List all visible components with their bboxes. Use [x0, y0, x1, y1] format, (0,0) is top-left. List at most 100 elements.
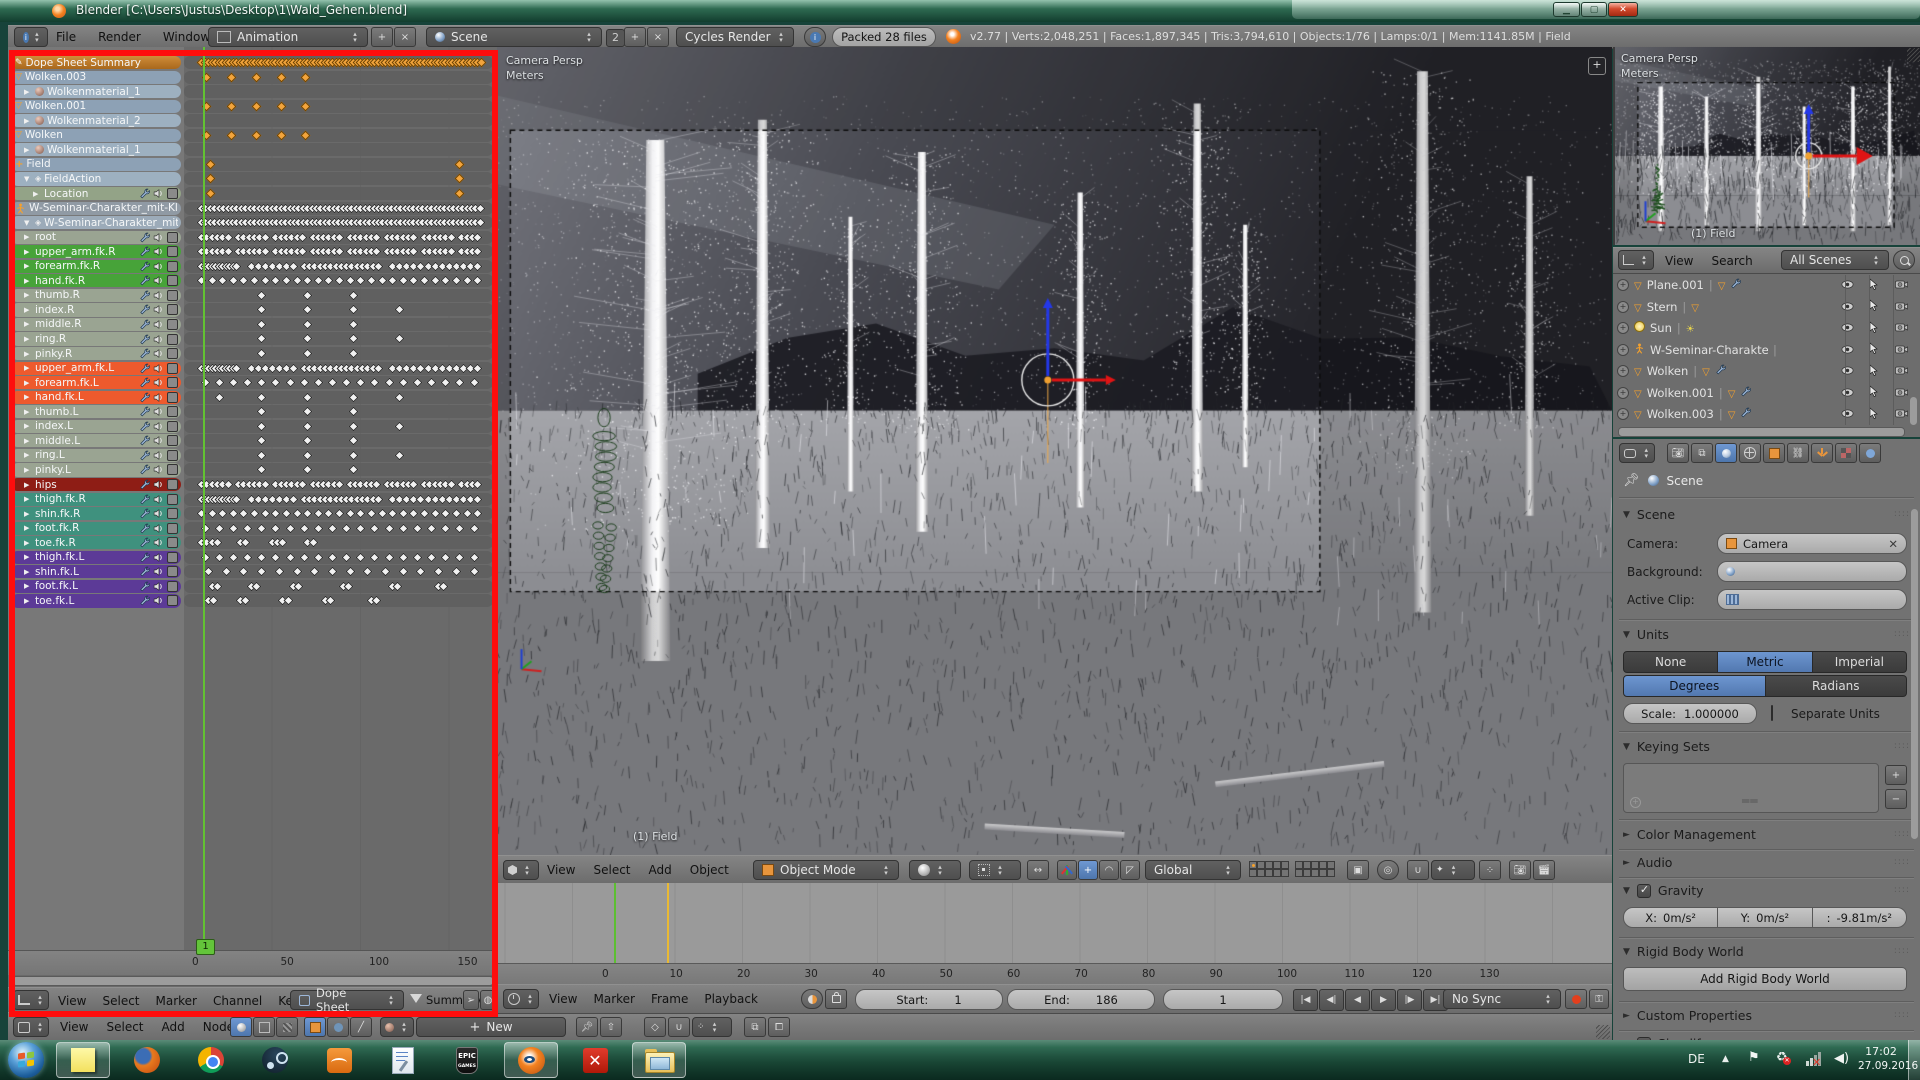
keying-sets-list[interactable]: + ══: [1623, 763, 1879, 813]
unit-radians[interactable]: Radians: [1766, 675, 1908, 697]
jump-start-button[interactable]: |◀: [1293, 989, 1318, 1011]
expand-icon[interactable]: +: [1617, 365, 1629, 377]
active-clip-field[interactable]: [1717, 589, 1907, 610]
viewport-3d[interactable]: Camera Persp Meters (1) Field + ▴▾ ViewS…: [497, 47, 1612, 883]
manipulator-scale-icon[interactable]: ◸: [1120, 860, 1140, 880]
renderable-camera-icon[interactable]: [1895, 407, 1908, 421]
unit-rotation-segmented[interactable]: Degrees Radians: [1623, 675, 1907, 697]
taskbar-blender[interactable]: [504, 1042, 558, 1078]
show-desktop-button[interactable]: [1908, 1040, 1920, 1080]
renderable-camera-icon[interactable]: [1895, 278, 1908, 292]
menu-render[interactable]: Render: [98, 30, 141, 44]
magnet-icon[interactable]: ∪: [668, 1017, 690, 1037]
snap-magnet-icon[interactable]: ∪: [1407, 860, 1429, 880]
window-titlebar[interactable]: Blender [C:\Users\Justus\Desktop\1\Wald_…: [0, 0, 1920, 22]
menu-search[interactable]: Search: [1711, 254, 1752, 268]
tray-action-center-icon[interactable]: ⚑: [1748, 1050, 1760, 1065]
editor-type-timeline-icon[interactable]: ▴▾: [503, 989, 539, 1009]
resize-corner[interactable]: [1596, 1025, 1610, 1039]
menu-add[interactable]: Add: [162, 1020, 185, 1034]
orientation-select[interactable]: Global▴▾: [1145, 860, 1241, 880]
next-keyframe-button[interactable]: |▶: [1397, 989, 1422, 1011]
menu-select[interactable]: Select: [593, 863, 630, 877]
visibility-eye-icon[interactable]: [1841, 300, 1854, 314]
keying-set-icon[interactable]: ⚿︎: [1589, 989, 1609, 1009]
timeline-editor[interactable]: 0102030405060708090100110120130 ▴▾ ViewM…: [497, 883, 1612, 1012]
renderable-camera-icon[interactable]: [1895, 364, 1908, 378]
pivot-align-icon[interactable]: ↔: [1027, 860, 1049, 880]
add-keying-set-button[interactable]: +: [1885, 765, 1907, 785]
maximize-button[interactable]: ▢: [1581, 2, 1607, 17]
snap-target-icon[interactable]: ⁘: [1479, 860, 1501, 880]
selectable-cursor-icon[interactable]: [1869, 385, 1879, 400]
timeline-track[interactable]: [497, 883, 1612, 963]
outliner-item-stern[interactable]: + ▽ Stern | ▽: [1617, 297, 1916, 317]
expand-icon[interactable]: +: [1617, 387, 1629, 399]
tab-render[interactable]: 📷︎: [1667, 443, 1689, 463]
scene-user-count[interactable]: 2: [606, 29, 625, 47]
taskbar-explorer[interactable]: [632, 1042, 686, 1078]
outliner-vscrollbar[interactable]: [1910, 397, 1917, 425]
add-rigid-body-world-button[interactable]: Add Rigid Body World: [1623, 967, 1907, 991]
manipulator-axes-icon[interactable]: [1057, 860, 1077, 880]
expand-icon[interactable]: +: [1617, 301, 1629, 313]
menu-view[interactable]: View: [547, 863, 575, 877]
taskbar-chrome[interactable]: [184, 1042, 238, 1078]
unit-scale-field[interactable]: Scale:1.000000: [1623, 703, 1757, 724]
renderable-camera-icon[interactable]: [1895, 343, 1908, 357]
panel-color-management-header[interactable]: ►Color Management: [1623, 827, 1756, 842]
tab-object[interactable]: [1763, 443, 1785, 463]
editor-type-node-icon[interactable]: ▴▾: [13, 1017, 49, 1037]
tray-clock[interactable]: 17:0227.09.2016: [1858, 1044, 1904, 1074]
tab-particles[interactable]: [1859, 443, 1881, 463]
visibility-eye-icon[interactable]: [1841, 321, 1854, 335]
renderable-camera-icon[interactable]: [1895, 386, 1908, 400]
taskbar-x-app[interactable]: ✕: [568, 1042, 622, 1078]
menu-frame[interactable]: Frame: [651, 992, 688, 1006]
menu-marker[interactable]: Marker: [593, 992, 634, 1006]
expand-icon[interactable]: +: [1617, 322, 1629, 334]
pivot-select[interactable]: ▴▾: [969, 860, 1021, 880]
unit-system-segmented[interactable]: None Metric Imperial: [1623, 651, 1907, 673]
prev-keyframe-button[interactable]: ◀|: [1319, 989, 1344, 1011]
mode-select[interactable]: Object Mode▴▾: [753, 860, 899, 880]
search-icon[interactable]: [1893, 250, 1915, 270]
selectable-cursor-icon[interactable]: [1869, 278, 1879, 293]
sync-select[interactable]: No Sync▴▾: [1443, 989, 1561, 1009]
minimize-button[interactable]: ▁: [1553, 2, 1580, 17]
material-browse-icon[interactable]: ▴▾: [380, 1017, 414, 1037]
end-frame-field[interactable]: End:186: [1007, 989, 1155, 1010]
layers-widget-left[interactable]: [1249, 861, 1289, 877]
menu-view[interactable]: View: [60, 1020, 88, 1034]
close-button[interactable]: ✕: [1608, 2, 1638, 17]
outliner-item-sun[interactable]: + Sun | ☀: [1617, 318, 1916, 338]
tray-language[interactable]: DE: [1688, 1052, 1705, 1066]
start-frame-field[interactable]: Start:1: [855, 989, 1003, 1010]
manipulator-rotate-icon[interactable]: ◠: [1099, 860, 1119, 880]
unit-degrees[interactable]: Degrees: [1623, 675, 1766, 697]
outliner-item-plane.001[interactable]: + ▽ Plane.001 | ▽: [1617, 275, 1916, 295]
taskbar-writer[interactable]: [376, 1042, 430, 1078]
camera-preview-viewport[interactable]: Camera Persp Meters (1) Field: [1613, 47, 1920, 245]
editor-type-3dview-icon[interactable]: ▴▾: [503, 860, 539, 880]
panel-gravity-header[interactable]: ▼ Gravity: [1623, 883, 1704, 898]
tray-network-icon[interactable]: ✕: [1806, 1052, 1821, 1066]
properties-editor[interactable]: ▴▾ 📷︎ ⧉ ⛓︎ 📌︎ Scene ▼Scene :::: Camera: …: [1613, 439, 1920, 1040]
play-button[interactable]: ▶: [1371, 989, 1396, 1011]
expand-icon[interactable]: +: [1617, 279, 1629, 291]
packed-files-badge[interactable]: Packed 28 files: [832, 27, 936, 47]
taskbar-sticky-notes[interactable]: [56, 1042, 110, 1078]
layers-widget-right[interactable]: [1295, 861, 1335, 877]
menu-add[interactable]: Add: [649, 863, 672, 877]
tab-render-layers[interactable]: ⧉: [1691, 443, 1713, 463]
camera-field[interactable]: Camera ✕: [1717, 533, 1907, 554]
outliner-item-w-seminar-charakter-mit-kleid[interactable]: + W-Seminar-Charakter_mit-Kleid |: [1617, 340, 1916, 360]
pin-icon[interactable]: 📌︎: [1623, 473, 1640, 488]
panel-custom-properties-header[interactable]: ►Custom Properties: [1623, 1008, 1752, 1023]
manipulator-translate-icon[interactable]: +: [1078, 860, 1098, 880]
current-frame-field[interactable]: 1: [1163, 989, 1283, 1010]
shader-object-icon[interactable]: [230, 1017, 252, 1037]
visibility-eye-icon[interactable]: [1841, 386, 1854, 400]
snap-node-icon[interactable]: ◇: [644, 1017, 666, 1037]
unit-imperial[interactable]: Imperial: [1813, 651, 1907, 673]
